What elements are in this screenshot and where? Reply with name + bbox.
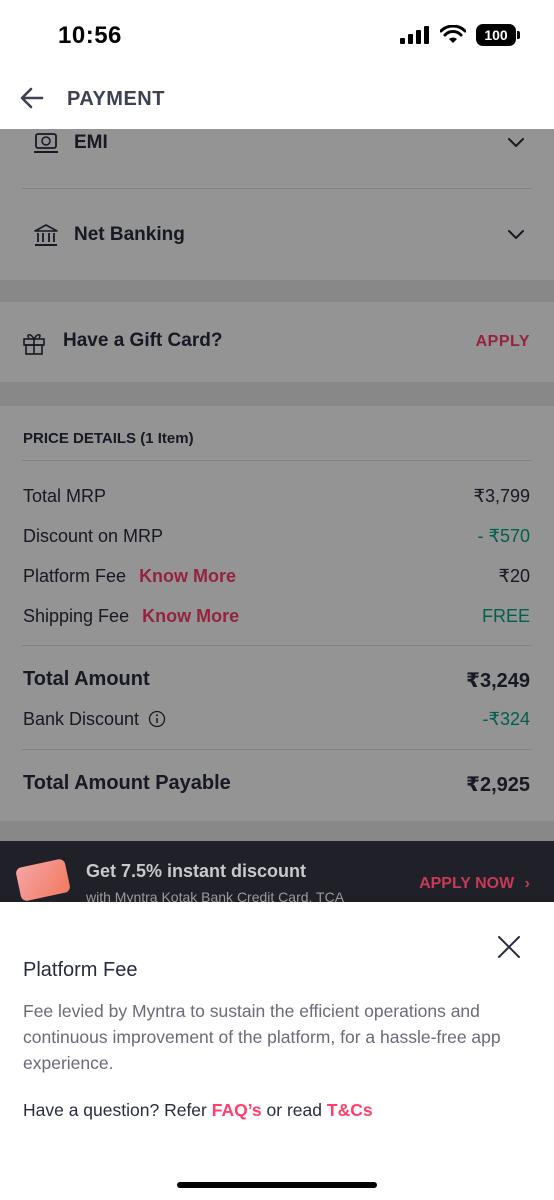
- question-prefix: Have a question? Refer: [23, 1100, 207, 1120]
- offer-cta-label: APPLY NOW: [419, 875, 515, 892]
- battery-icon: 100: [476, 24, 520, 46]
- sheet-title: Platform Fee: [23, 959, 138, 981]
- status-bar: 10:56 100: [0, 0, 554, 70]
- platform-fee-sheet: Platform Fee Fee levied by Myntra to sus…: [0, 902, 554, 1200]
- offer-title: Get 7.5% instant discount: [86, 861, 307, 881]
- offer-banner[interactable]: Get 7.5% instant discount with Myntra Ko…: [0, 841, 554, 902]
- signal-icon: [400, 26, 429, 44]
- back-arrow-icon[interactable]: [18, 84, 46, 112]
- tnc-link[interactable]: T&Cs: [327, 1100, 373, 1120]
- status-icons: 100: [400, 24, 520, 46]
- modal-backdrop[interactable]: [0, 129, 554, 902]
- home-indicator[interactable]: [177, 1182, 377, 1188]
- app-header: PAYMENT: [0, 70, 554, 129]
- sheet-description: Fee levied by Myntra to sustain the effi…: [23, 1001, 501, 1073]
- chevron-right-icon: ›: [524, 875, 530, 892]
- faq-link[interactable]: FAQ’s: [212, 1100, 262, 1120]
- offer-apply-now-button[interactable]: APPLY NOW ›: [419, 875, 530, 893]
- wifi-icon: [440, 25, 466, 43]
- status-time: 10:56: [58, 22, 122, 49]
- question-mid: or read: [266, 1100, 322, 1120]
- page-title: PAYMENT: [67, 88, 165, 110]
- close-icon[interactable]: [497, 935, 521, 959]
- offer-subtitle: with Myntra Kotak Bank Credit Card. TCA: [86, 889, 345, 902]
- credit-card-icon: [15, 858, 71, 902]
- sheet-question: Have a question? Refer FAQ’s or read T&C…: [23, 1100, 373, 1121]
